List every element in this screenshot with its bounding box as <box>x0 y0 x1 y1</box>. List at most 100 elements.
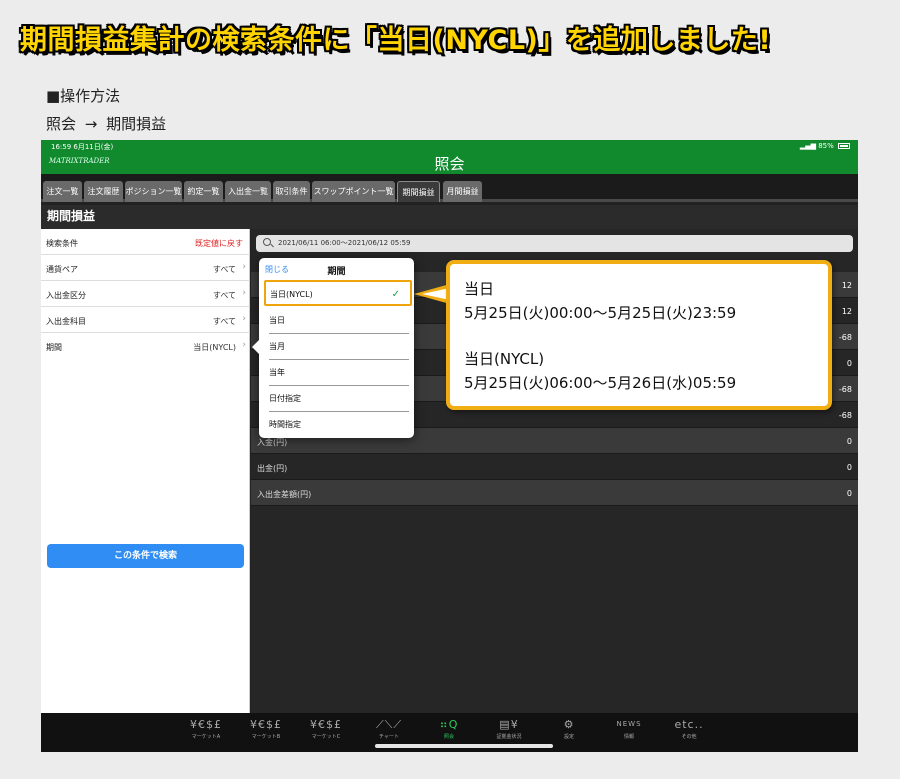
period-option-date[interactable]: 日付指定 <box>269 386 409 412</box>
condition-label: 入出金科目 <box>46 317 86 326</box>
nav-caption: 設定 <box>563 734 574 740</box>
chevron-right-icon: › <box>242 288 246 298</box>
condition-label: 期間 <box>46 343 62 352</box>
period-option-today[interactable]: 当日 <box>269 308 409 334</box>
tab-period-pnl[interactable]: 期間損益 <box>397 181 440 202</box>
status-time: 16:59 6月11日(金) <box>51 143 114 151</box>
condition-label: 入出金区分 <box>46 291 86 300</box>
result-row-withdrawal: 出金(円) 0 <box>251 454 858 480</box>
condition-row-deposit-item[interactable]: 入出金科目 すべて › <box>41 307 250 333</box>
result-row-net-deposit: 入出金差額(円) 0 <box>251 480 858 506</box>
condition-value: すべて <box>212 265 236 274</box>
nav-chart[interactable]: ⟋⟍⟋ チャート <box>364 716 414 740</box>
currency-icon: ¥€$£ <box>250 718 282 731</box>
explanation-callout: 当日 5月25日(火)00:00〜5月25日(火)23:59 当日(NYCL) … <box>446 260 832 410</box>
tab-order-list[interactable]: 注文一覧 <box>43 181 82 202</box>
signal-icon: ▂▄▆ <box>799 142 816 150</box>
nav-caption: 情報 <box>623 734 634 740</box>
option-label: 当日(NYCL) <box>270 290 313 299</box>
settings-icon: ⚙ <box>563 718 575 731</box>
app-screenshot: 16:59 6月11日(金) ▂▄▆ 85% MATRIXTRADER 照会 注… <box>41 140 858 752</box>
section-title: 期間損益 <box>41 205 858 229</box>
result-label: 出金(円) <box>257 464 288 473</box>
nav-caption: マーケットC <box>311 734 341 740</box>
period-option-time[interactable]: 時間指定 <box>269 412 409 438</box>
callout-today-title: 当日 <box>464 280 495 298</box>
nav-settings[interactable]: ⚙ 設定 <box>544 716 594 740</box>
tab-swap-points[interactable]: スワップポイント一覧 <box>312 181 395 202</box>
search-conditions-panel: 検索条件 既定値に戻す 通貨ペア すべて › 入出金区分 すべて › 入出金科目… <box>41 229 250 713</box>
condition-label: 通貨ペア <box>46 265 78 274</box>
result-value: 0 <box>846 437 852 446</box>
reset-defaults-button[interactable]: 既定値に戻す <box>195 238 243 249</box>
conditions-header: 検索条件 既定値に戻す <box>41 229 250 255</box>
period-option-this-month[interactable]: 当月 <box>269 334 409 360</box>
nav-caption: 証拠金状況 <box>496 734 522 740</box>
nav-caption: チャート <box>379 734 399 740</box>
result-value: 0 <box>846 463 852 472</box>
tab-position-list[interactable]: ポジション一覧 <box>125 181 182 202</box>
search-with-conditions-button[interactable]: この条件で検索 <box>47 544 244 568</box>
result-value: 0 <box>846 489 852 498</box>
condition-row-period[interactable]: 期間 当日(NYCL) › <box>41 333 250 359</box>
tab-deposit-list[interactable]: 入出金一覧 <box>225 181 271 202</box>
result-value: 12 <box>841 281 852 290</box>
period-range-text: 2021/06/11 06:00〜2021/06/12 05:59 <box>278 239 411 247</box>
operation-path: 照会 → 期間損益 <box>46 115 167 133</box>
conditions-label: 検索条件 <box>46 239 78 248</box>
status-bar: 16:59 6月11日(金) ▂▄▆ 85% MATRIXTRADER 照会 <box>41 140 858 174</box>
checkmark-icon: ✓ <box>391 289 400 300</box>
callout-nycl-title: 当日(NYCL) <box>464 350 545 368</box>
app-title: 照会 <box>434 155 465 173</box>
search-icon <box>263 238 271 246</box>
nav-margin-status[interactable]: ▤¥ 証拠金状況 <box>484 716 534 740</box>
nav-market-b[interactable]: ¥€$£ マーケットB <box>241 716 291 740</box>
condition-row-currency-pair[interactable]: 通貨ペア すべて › <box>41 255 250 281</box>
result-value: 0 <box>846 359 852 368</box>
callout-nycl-range: 5月25日(火)06:00〜5月26日(水)05:59 <box>464 374 737 392</box>
nav-news[interactable]: NEWS 情報 <box>604 716 654 740</box>
condition-value: すべて <box>212 317 236 326</box>
operation-title: ■操作方法 <box>46 87 121 105</box>
period-option-this-year[interactable]: 当年 <box>269 360 409 386</box>
condition-value: すべて <box>212 291 236 300</box>
nav-inquiry[interactable]: ⠶Q 照会 <box>424 716 474 740</box>
nav-caption: マーケットB <box>251 734 281 740</box>
period-option-today-nycl[interactable]: 当日(NYCL) ✓ <box>264 280 412 306</box>
result-value: -68 <box>838 411 852 420</box>
chevron-right-icon: › <box>242 262 246 272</box>
news-icon: NEWS <box>616 720 642 728</box>
result-value: -68 <box>838 333 852 342</box>
nav-caption: マーケットA <box>191 734 221 740</box>
tab-execution-list[interactable]: 約定一覧 <box>184 181 223 202</box>
currency-icon: ¥€$£ <box>190 718 222 731</box>
battery-icon <box>838 143 850 149</box>
result-label: 入金(円) <box>257 438 288 447</box>
popover-title: 期間 <box>327 267 346 277</box>
nav-market-a[interactable]: ¥€$£ マーケットA <box>181 716 231 740</box>
condition-row-deposit-type[interactable]: 入出金区分 すべて › <box>41 281 250 307</box>
result-label: 入出金差額(円) <box>257 490 312 499</box>
callout-today-range: 5月25日(火)00:00〜5月25日(火)23:59 <box>464 304 737 322</box>
etc-icon: etc.. <box>674 718 704 731</box>
nav-market-c[interactable]: ¥€$£ マーケットC <box>301 716 351 740</box>
nav-caption: その他 <box>681 734 697 740</box>
tab-bar: 注文一覧 注文履歴 ポジション一覧 約定一覧 入出金一覧 取引条件 スワップポイ… <box>41 174 858 202</box>
home-indicator <box>375 744 553 748</box>
battery-percent: 85% <box>818 142 834 150</box>
tab-order-history[interactable]: 注文履歴 <box>84 181 123 202</box>
status-right: ▂▄▆ 85% <box>800 142 850 150</box>
chevron-right-icon: › <box>242 314 246 324</box>
period-search-bar[interactable]: 2021/06/11 06:00〜2021/06/12 05:59 <box>256 235 853 252</box>
result-value: -68 <box>838 385 852 394</box>
callout-pointer <box>414 284 450 304</box>
currency-icon: ¥€$£ <box>310 718 342 731</box>
inquiry-icon: ⠶Q <box>439 718 459 731</box>
chart-icon: ⟋⟍⟋ <box>375 718 403 731</box>
tab-trade-conditions[interactable]: 取引条件 <box>273 181 310 202</box>
condition-value: 当日(NYCL) <box>193 343 236 352</box>
tab-monthly-pnl[interactable]: 月間損益 <box>443 181 482 202</box>
nav-etc[interactable]: etc.. その他 <box>664 716 714 740</box>
result-value: 12 <box>841 307 852 316</box>
chevron-right-icon: › <box>242 340 246 350</box>
